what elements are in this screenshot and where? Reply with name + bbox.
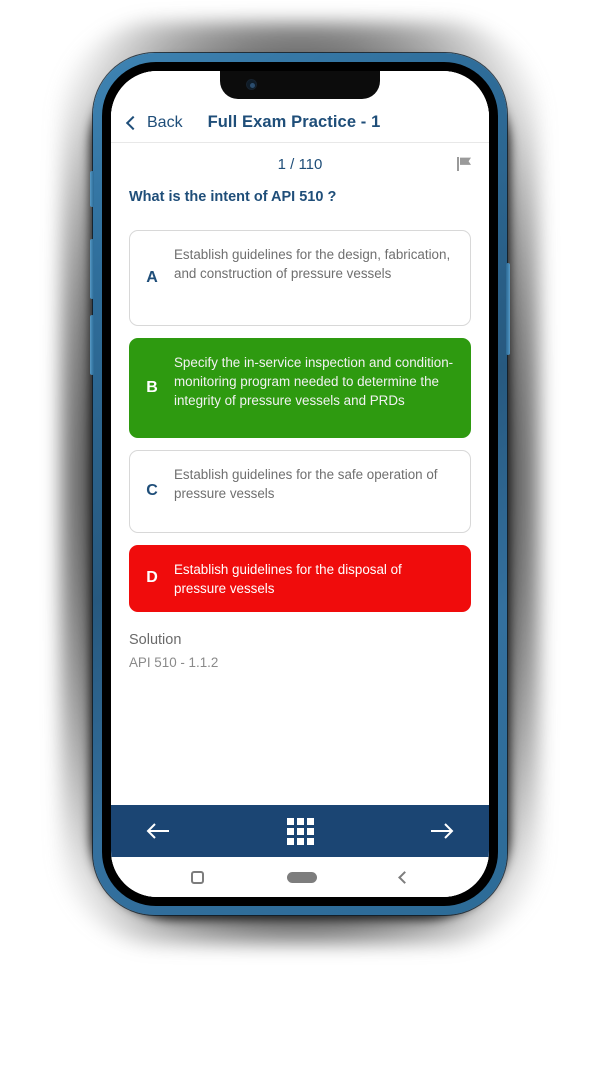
system-back-button[interactable] [398, 870, 412, 884]
answer-option-c-letter: C [146, 482, 158, 500]
answer-option-d[interactable]: D Establish guidelines for the disposal … [129, 544, 471, 612]
grid-cell [306, 827, 314, 835]
answer-option-a[interactable]: A Establish guidelines for the design, f… [129, 229, 471, 326]
answer-option-c[interactable]: C Establish guidelines for the safe oper… [129, 449, 471, 533]
answer-option-a-text: Establish guidelines for the design, fab… [174, 246, 451, 281]
answer-option-b[interactable]: B Specify the in-service inspection and … [129, 337, 471, 438]
grid-cell [306, 817, 314, 825]
chevron-left-icon [398, 870, 412, 884]
system-recent-apps-button[interactable] [190, 870, 204, 884]
bottom-navigation-bar [111, 805, 489, 857]
phone-device-frame: Back Full Exam Practice - 1 1 / 110 What… [90, 53, 510, 915]
page-title: Full Exam Practice - 1 [207, 113, 381, 131]
question-grid-button[interactable] [277, 811, 323, 851]
grid-cell [296, 817, 304, 825]
solution-section: Solution API 510 - 1.1.2 [111, 612, 489, 670]
solution-reference: API 510 - 1.1.2 [129, 654, 219, 670]
phone-screen: Back Full Exam Practice - 1 1 / 110 What… [111, 71, 489, 897]
flag-question-button[interactable] [451, 151, 477, 177]
square-recent-apps-icon [190, 870, 204, 884]
volume-down-button[interactable] [90, 315, 94, 375]
home-pill-icon [286, 871, 317, 883]
arrow-right-icon [431, 823, 454, 839]
back-button[interactable]: Back [125, 114, 183, 132]
question-meta-row: 1 / 110 [111, 143, 489, 185]
system-home-button[interactable] [286, 871, 317, 883]
back-button-label: Back [147, 114, 183, 131]
answer-option-c-text: Establish guidelines for the safe operat… [174, 466, 438, 501]
grid-cell [286, 837, 294, 845]
phone-bezel: Back Full Exam Practice - 1 1 / 110 What… [102, 62, 498, 906]
grid-3x3-icon [286, 817, 314, 845]
grid-cell [306, 837, 314, 845]
exam-app: Back Full Exam Practice - 1 1 / 110 What… [111, 71, 489, 897]
mute-switch-button[interactable] [90, 171, 94, 207]
answer-option-d-letter: D [146, 569, 158, 587]
question-text: What is the intent of API 510 ? [129, 189, 337, 205]
answer-option-b-text: Specify the in-service inspection and co… [174, 354, 454, 408]
answer-options-list: A Establish guidelines for the design, f… [111, 208, 489, 612]
answer-option-a-letter: A [146, 268, 158, 286]
answer-option-b-letter: B [146, 378, 158, 396]
solution-title: Solution [129, 631, 182, 648]
grid-cell [296, 837, 304, 845]
front-camera-icon [246, 79, 257, 90]
question-progress-counter: 1 / 110 [277, 155, 323, 173]
chevron-left-icon [125, 115, 141, 130]
power-button[interactable] [506, 263, 510, 355]
arrow-left-icon [146, 823, 169, 839]
phone-notch [220, 71, 380, 99]
previous-question-button[interactable] [135, 811, 181, 851]
android-system-navigation [111, 857, 489, 897]
next-question-button[interactable] [419, 811, 465, 851]
screenshot-stage: Back Full Exam Practice - 1 1 / 110 What… [0, 0, 600, 1066]
grid-cell [286, 817, 294, 825]
volume-up-button[interactable] [90, 239, 94, 299]
grid-cell [296, 827, 304, 835]
grid-cell [286, 827, 294, 835]
answer-option-d-text: Establish guidelines for the disposal of… [174, 561, 402, 596]
flag-icon [457, 157, 471, 171]
